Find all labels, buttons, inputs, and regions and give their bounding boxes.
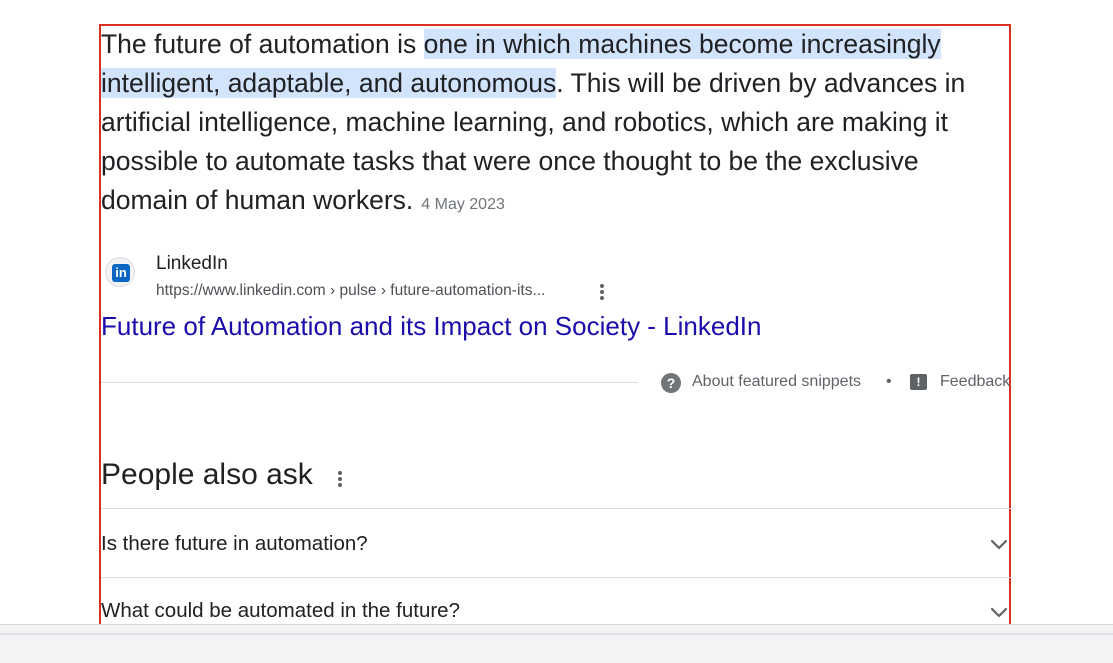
result-title-link[interactable]: Future of Automation and its Impact on S… [101, 311, 761, 342]
paa-question[interactable]: Is there future in automation? [101, 532, 368, 556]
about-featured-snippets-link[interactable]: About featured snippets [692, 373, 861, 391]
feedback-link[interactable]: Feedback [940, 373, 1010, 391]
separator-dot: • [886, 373, 892, 390]
bottom-toolbar [0, 624, 1113, 663]
help-circle-icon[interactable]: ? [661, 373, 681, 393]
snippet-date: 4 May 2023 [421, 196, 505, 213]
divider [101, 382, 638, 383]
site-name[interactable]: LinkedIn [156, 253, 228, 275]
more-vert-icon[interactable] [330, 468, 350, 488]
paa-question-row[interactable]: Is there future in automation? [101, 508, 1011, 576]
site-url[interactable]: https://www.linkedin.com › pulse › futur… [156, 282, 545, 300]
chevron-down-icon[interactable] [989, 534, 1009, 554]
more-vert-icon[interactable] [592, 281, 612, 301]
featured-snippet-text: The future of automation is one in which… [101, 25, 1011, 224]
snippet-text-before: The future of automation is [101, 29, 424, 59]
feedback-icon[interactable]: ! [910, 374, 927, 390]
linkedin-logo-icon: in [105, 257, 135, 287]
paa-question[interactable]: What could be automated in the future? [101, 599, 460, 623]
chevron-down-icon[interactable] [989, 602, 1009, 622]
bottom-border [0, 624, 1113, 625]
result-source[interactable]: in LinkedIn https://www.linkedin.com › p… [101, 252, 1011, 304]
favicon-glyph: in [112, 264, 130, 282]
bottom-border-2 [0, 633, 1113, 635]
people-also-ask-heading: People also ask [101, 458, 313, 491]
